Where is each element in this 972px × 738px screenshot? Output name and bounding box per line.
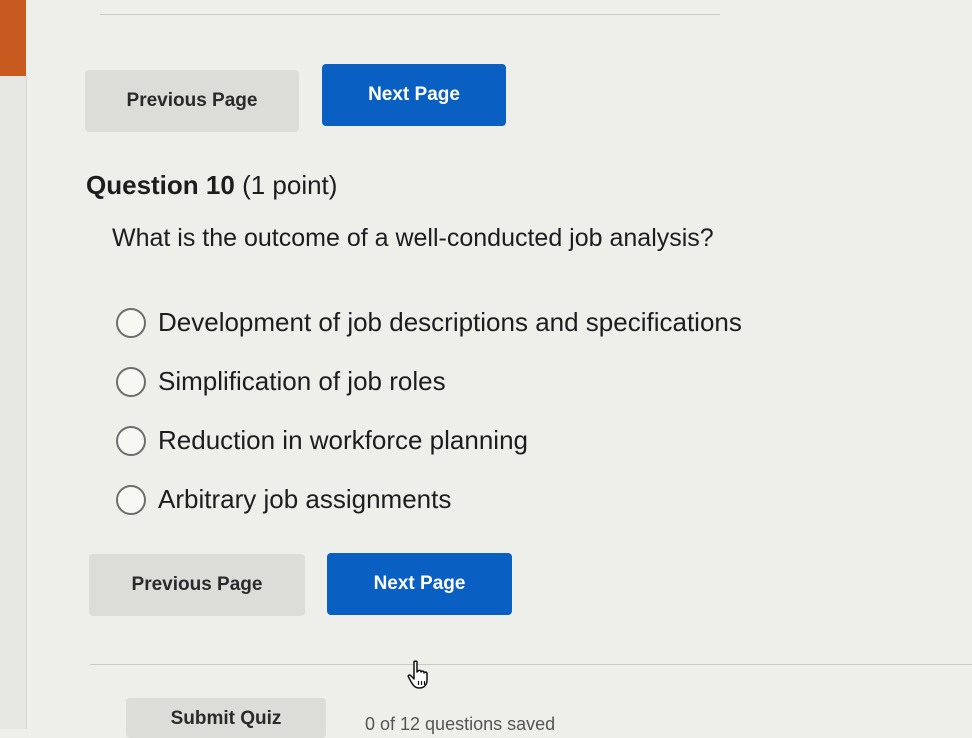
answer-option-label: Reduction in workforce planning: [158, 425, 528, 455]
question-text: What is the outcome of a well-conducted …: [112, 224, 714, 252]
answer-option-label: Development of job descriptions and spec…: [158, 307, 742, 337]
previous-page-button-top[interactable]: Previous Page: [85, 70, 299, 132]
question-points: (1 point): [242, 170, 338, 200]
answer-option[interactable]: Arbitrary job assignments: [116, 470, 742, 529]
app-accent-bar: [0, 0, 26, 76]
hand-pointer-icon: [407, 660, 428, 689]
next-page-button-bottom[interactable]: Next Page: [327, 553, 512, 615]
answer-option[interactable]: Development of job descriptions and spec…: [116, 293, 742, 352]
previous-page-button-bottom[interactable]: Previous Page: [89, 554, 305, 616]
radio-button[interactable]: [116, 307, 146, 338]
question-number: Question 10: [86, 170, 235, 200]
footer-divider: [90, 664, 972, 665]
left-margin-strip: [0, 76, 27, 729]
questions-saved-status: 0 of 12 questions saved: [365, 714, 556, 734]
radio-button[interactable]: [116, 425, 146, 456]
submit-quiz-button[interactable]: Submit Quiz: [126, 698, 326, 738]
answer-option-label: Simplification of job roles: [158, 366, 446, 396]
answer-option-label: Arbitrary job assignments: [158, 484, 452, 514]
question-heading: Question 10 (1 point): [86, 170, 337, 201]
radio-button[interactable]: [116, 366, 146, 397]
top-divider: [100, 14, 720, 15]
answer-options: Development of job descriptions and spec…: [116, 293, 742, 529]
next-page-button-top[interactable]: Next Page: [322, 64, 506, 126]
answer-option[interactable]: Simplification of job roles: [116, 352, 742, 411]
answer-option[interactable]: Reduction in workforce planning: [116, 411, 742, 470]
radio-button[interactable]: [116, 484, 146, 515]
